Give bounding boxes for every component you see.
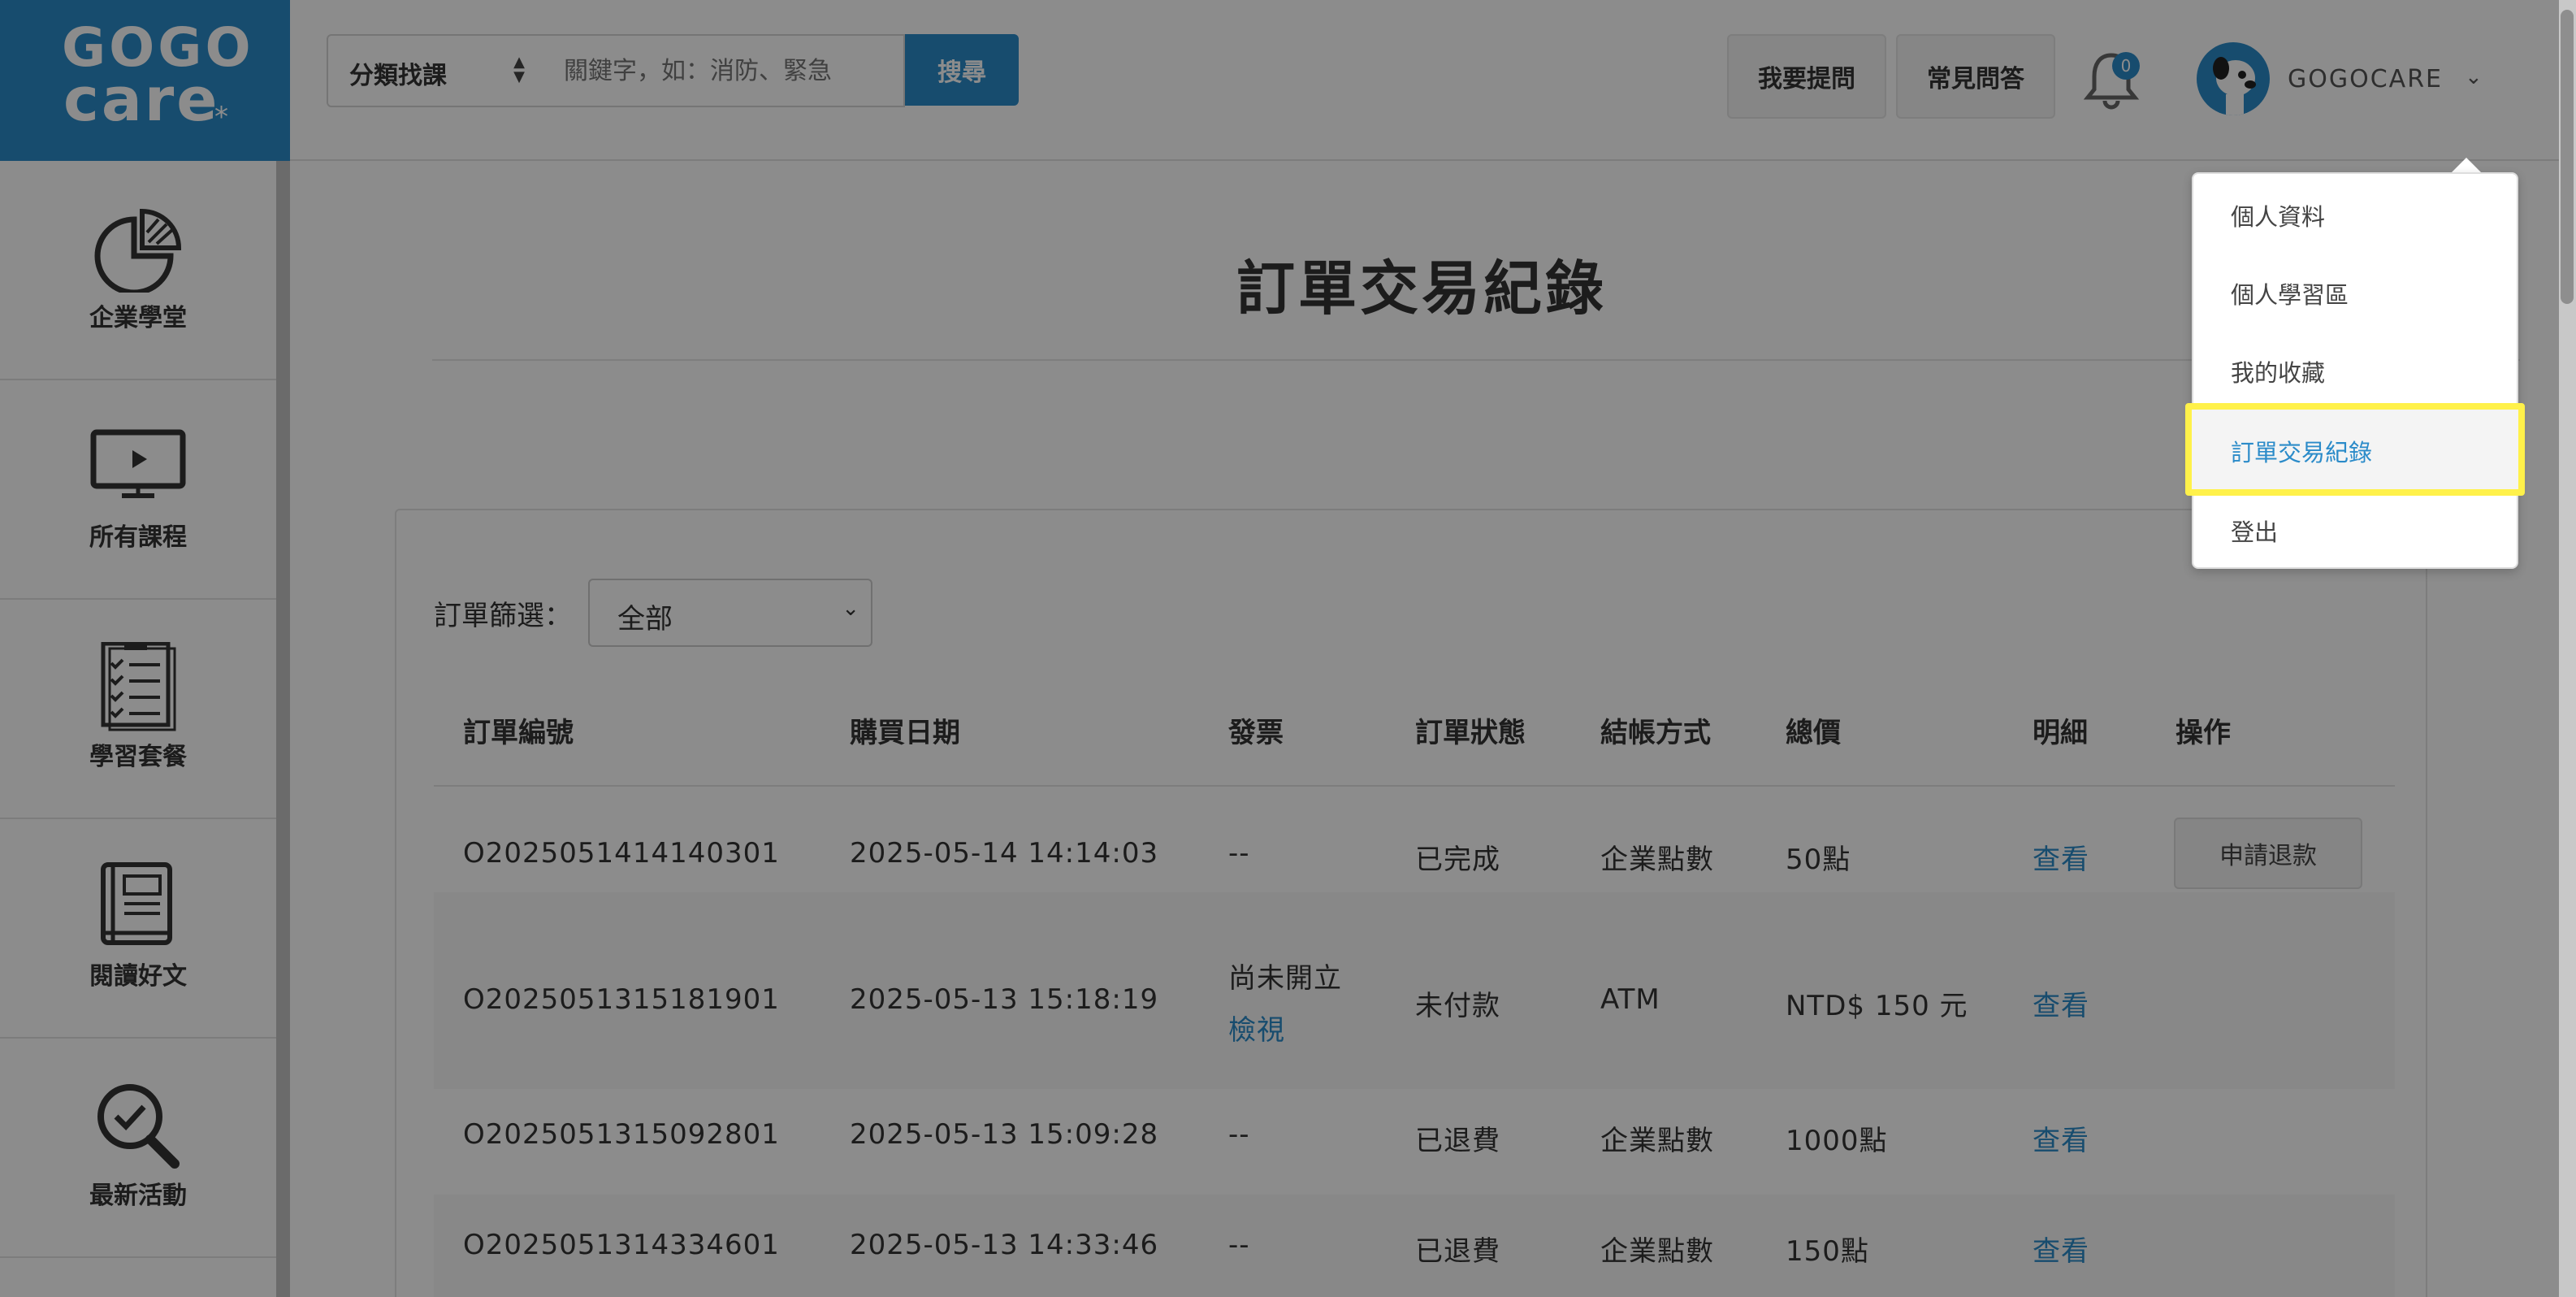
menu-item-favorites[interactable]: 我的收藏 <box>2231 354 2325 388</box>
menu-item-order-history[interactable]: 訂單交易紀錄 <box>2231 434 2372 468</box>
menu-item-profile[interactable]: 個人資料 <box>2231 198 2325 232</box>
menu-item-learning-area[interactable]: 個人學習區 <box>2231 276 2349 310</box>
menu-item-logout[interactable]: 登出 <box>2231 514 2278 548</box>
modal-dim-overlay[interactable] <box>0 0 2576 1297</box>
dropdown-caret <box>2450 158 2483 174</box>
scrollbar-thumb[interactable] <box>2561 10 2574 304</box>
